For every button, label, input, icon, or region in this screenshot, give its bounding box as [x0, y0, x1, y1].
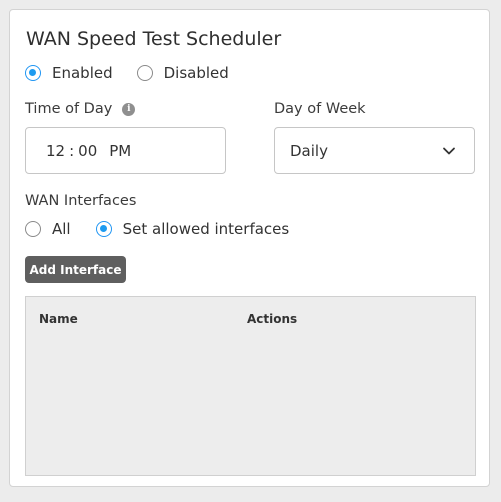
wan-interfaces-label: WAN Interfaces	[25, 193, 137, 209]
scheduler-card: WAN Speed Test Scheduler Enabled Disable…	[9, 9, 490, 487]
wan-interfaces-radio-group: All Set allowed interfaces	[25, 220, 289, 238]
column-header-name: Name	[39, 312, 78, 326]
all-interfaces-radio-circle[interactable]	[25, 221, 41, 237]
enabled-radio-label: Enabled	[52, 64, 113, 82]
disabled-radio-circle[interactable]	[136, 65, 153, 81]
status-radio-group: Enabled Disabled	[25, 64, 229, 82]
set-allowed-interfaces-radio[interactable]: Set allowed interfaces	[95, 220, 290, 238]
day-of-week-label: Day of Week	[274, 101, 366, 117]
time-of-day-label-row: Time of Day i	[25, 101, 136, 117]
hour-field[interactable]: 12	[46, 142, 65, 160]
disabled-radio[interactable]: Disabled	[136, 64, 229, 82]
enabled-radio[interactable]: Enabled	[25, 64, 113, 82]
period-field[interactable]: PM	[109, 142, 131, 160]
time-separator: :	[69, 141, 75, 160]
page-title: WAN Speed Test Scheduler	[26, 28, 282, 50]
add-interface-button[interactable]: Add Interface	[25, 256, 126, 283]
info-icon[interactable]: i	[122, 102, 136, 116]
chevron-down-icon	[443, 147, 455, 155]
set-allowed-interfaces-radio-circle[interactable]	[95, 221, 112, 237]
day-of-week-value: Daily	[290, 141, 328, 160]
column-header-actions: Actions	[247, 312, 298, 326]
time-of-day-input[interactable]: 12 : 00 PM	[25, 127, 226, 174]
time-of-day-label: Time of Day	[25, 101, 113, 117]
set-allowed-interfaces-radio-label: Set allowed interfaces	[122, 220, 290, 238]
all-interfaces-radio-label: All	[52, 220, 71, 238]
interfaces-table: Name Actions	[25, 296, 476, 476]
minute-field[interactable]: 00	[78, 142, 97, 160]
all-interfaces-radio[interactable]: All	[25, 220, 71, 238]
enabled-radio-circle[interactable]	[25, 65, 41, 81]
day-of-week-select[interactable]: Daily	[274, 127, 475, 174]
disabled-radio-label: Disabled	[163, 64, 229, 82]
